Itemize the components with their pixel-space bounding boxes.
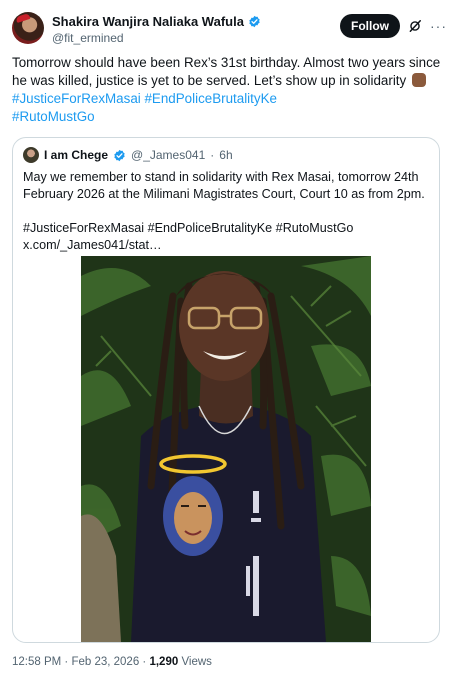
author-handle[interactable]: @fit_ermined xyxy=(52,31,124,45)
hashtag-links-line1[interactable]: #JusticeForRexMasai #EndPoliceBrutalityK… xyxy=(12,91,277,106)
author-display-name[interactable]: Shakira Wanjira Naliaka Wafula xyxy=(52,14,244,29)
quoted-handle[interactable]: @_James041 xyxy=(131,148,205,162)
quoted-verified-badge-icon xyxy=(114,149,125,161)
tweet-body: Tomorrow should have been Rex’s 31st bir… xyxy=(12,55,441,88)
verified-badge-icon xyxy=(249,15,260,28)
raised-fist-emoji-icon xyxy=(411,73,426,87)
post-timestamp[interactable]: 12:58 PM · Feb 23, 2026 · xyxy=(12,656,146,668)
tweet-footer: 12:58 PM · Feb 23, 2026 · 1,290 Views xyxy=(12,656,212,668)
photo-illustration xyxy=(81,256,371,642)
quoted-avatar[interactable] xyxy=(23,147,39,163)
tweet: Shakira Wanjira Naliaka Wafula @fit_ermi… xyxy=(0,0,454,675)
tweet-header: Shakira Wanjira Naliaka Wafula @fit_ermi… xyxy=(12,10,447,46)
quoted-body: May we remember to stand in solidarity w… xyxy=(23,170,425,201)
quoted-photo[interactable] xyxy=(81,256,371,642)
author-name-row: Shakira Wanjira Naliaka Wafula xyxy=(52,14,261,29)
quoted-text: May we remember to stand in solidarity w… xyxy=(23,169,433,254)
more-options-icon[interactable]: ··· xyxy=(430,18,447,34)
views-count: 1,290 xyxy=(149,656,179,668)
quoted-display-name[interactable]: I am Chege xyxy=(44,148,108,162)
follow-button[interactable]: Follow xyxy=(340,14,400,38)
tweet-text: Tomorrow should have been Rex’s 31st bir… xyxy=(12,54,444,126)
quoted-tweet-header: I am Chege @_James041 · 6h xyxy=(23,147,233,163)
quoted-separator: · xyxy=(210,148,215,162)
views-label: Views xyxy=(181,656,212,668)
grok-icon[interactable] xyxy=(408,19,422,33)
quoted-tweet[interactable]: I am Chege @_James041 · 6h May we rememb… xyxy=(12,137,440,643)
quoted-link[interactable]: x.com/_James041/stat… xyxy=(23,238,162,252)
quoted-hashtags[interactable]: #JusticeForRexMasai #EndPoliceBrutalityK… xyxy=(23,221,353,235)
hashtag-links-line2[interactable]: #RutoMustGo xyxy=(12,109,95,124)
avatar[interactable] xyxy=(12,12,44,44)
quoted-time[interactable]: 6h xyxy=(219,148,232,162)
